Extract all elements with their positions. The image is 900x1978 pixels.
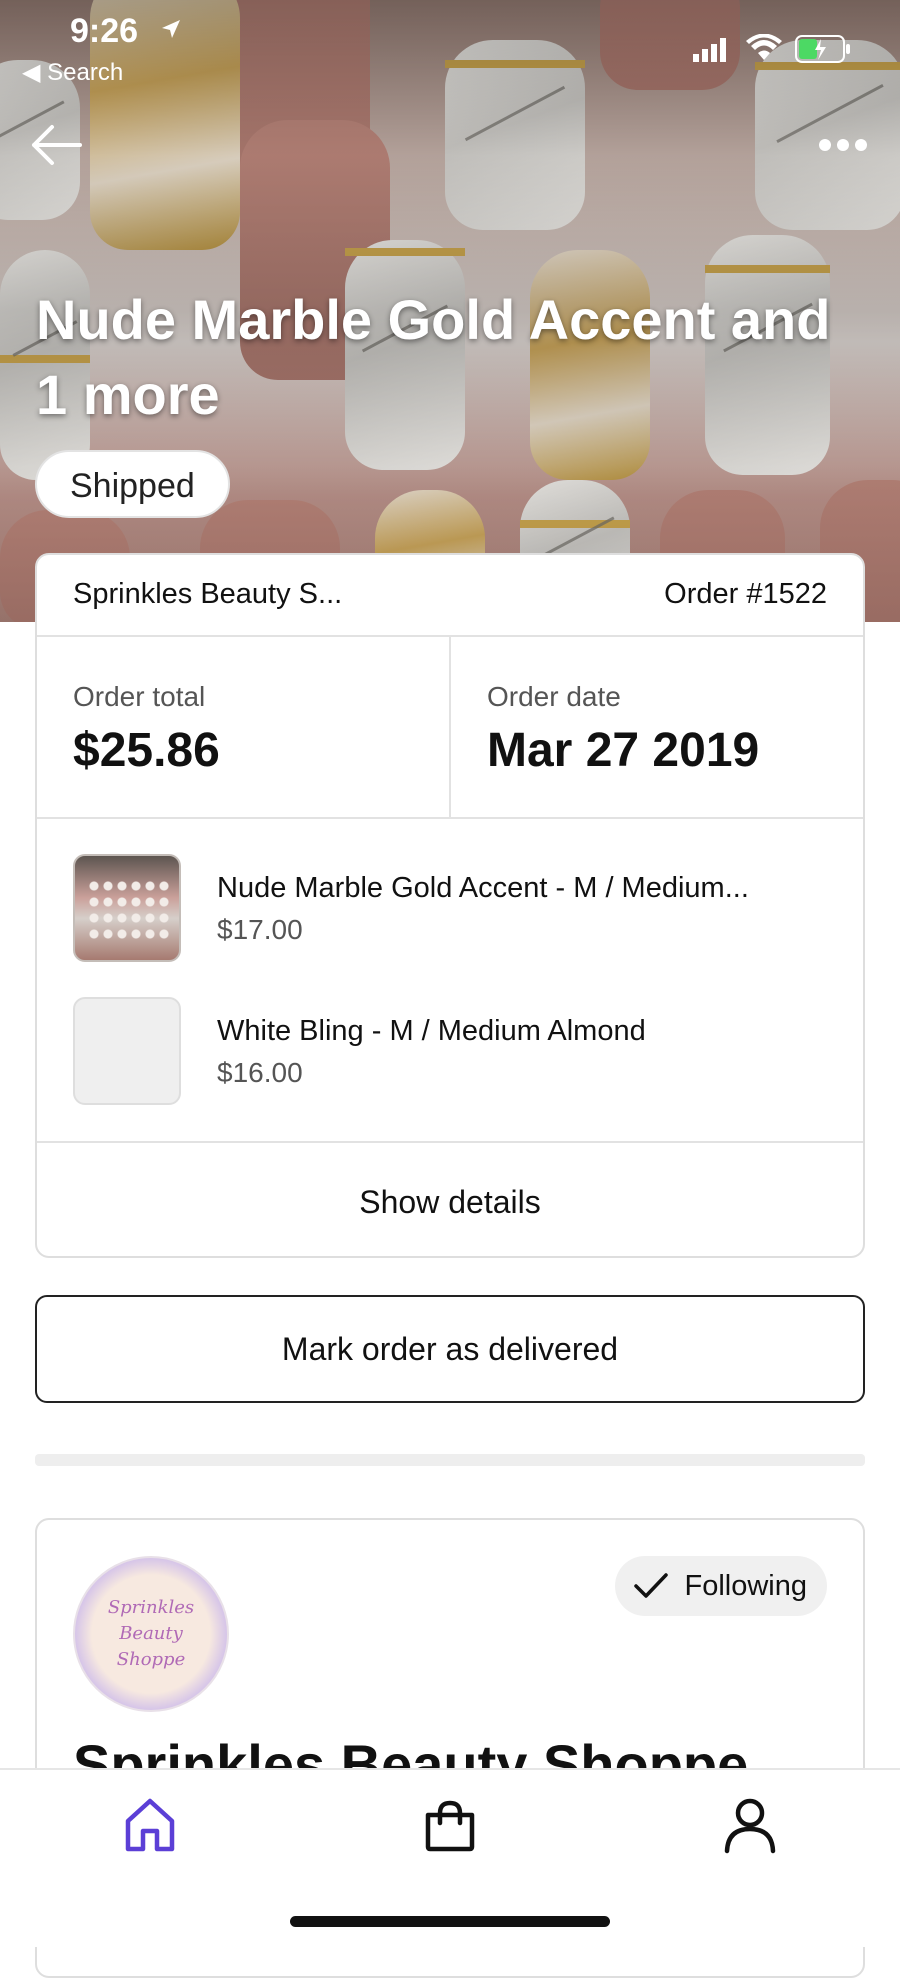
wifi-icon — [746, 33, 782, 67]
item-price: $17.00 — [217, 914, 303, 945]
item-thumbnail — [73, 854, 181, 962]
order-items: Nude Marble Gold Accent - M / Medium... … — [37, 819, 863, 1143]
order-date: Order date Mar 27 2019 — [449, 637, 863, 817]
order-date-value: Mar 27 2019 — [487, 724, 760, 777]
home-icon — [125, 1798, 175, 1852]
order-card: Sprinkles Beauty S... Order #1522 Order … — [35, 553, 865, 1258]
order-stats: Order total $25.86 Order date Mar 27 201… — [37, 637, 863, 819]
location-arrow-icon — [160, 18, 182, 45]
order-total-label: Order total — [73, 681, 206, 712]
status-bar: 9:26 ◀ Search — [0, 0, 900, 100]
back-to-search-link[interactable]: ◀ Search — [22, 58, 123, 87]
shop-logo[interactable]: Sprinkles Beauty Shoppe — [73, 1556, 229, 1712]
item-title: White Bling - M / Medium Almond — [217, 1015, 646, 1047]
shop-name-link[interactable]: Sprinkles Beauty S... — [73, 578, 342, 611]
mark-delivered-button[interactable]: Mark order as delivered — [35, 1295, 865, 1403]
more-options-icon[interactable] — [818, 130, 868, 160]
show-details-button[interactable]: Show details — [37, 1143, 863, 1256]
status-time: 9:26 — [70, 12, 139, 50]
page-title: Nude Marble Gold Accent and 1 more — [36, 288, 831, 426]
order-total-value: $25.86 — [73, 724, 220, 777]
back-arrow-icon[interactable] — [28, 120, 84, 170]
order-item[interactable]: White Bling - M / Medium Almond $16.00 — [73, 997, 833, 1107]
order-total: Order total $25.86 — [37, 637, 449, 817]
status-badge: Shipped — [35, 450, 230, 518]
following-button[interactable]: Following — [614, 1556, 827, 1616]
cart-icon — [425, 1800, 475, 1852]
order-item[interactable]: Nude Marble Gold Accent - M / Medium... … — [73, 854, 833, 964]
item-title: Nude Marble Gold Accent - M / Medium... — [217, 872, 749, 904]
item-price: $16.00 — [217, 1057, 303, 1088]
tab-cart[interactable] — [420, 1795, 480, 1855]
section-divider — [35, 1454, 865, 1466]
account-icon — [724, 1798, 776, 1854]
order-card-header: Sprinkles Beauty S... Order #1522 — [37, 555, 863, 637]
order-number: Order #1522 — [664, 578, 827, 610]
signal-icon — [693, 38, 729, 67]
following-label: Following — [684, 1569, 808, 1602]
tab-account[interactable] — [720, 1795, 780, 1855]
home-indicator — [290, 1916, 610, 1927]
checkmark-icon — [633, 1573, 668, 1598]
battery-icon — [795, 34, 851, 69]
order-date-label: Order date — [487, 681, 621, 712]
tab-home[interactable] — [120, 1795, 180, 1855]
item-thumbnail — [73, 997, 181, 1105]
